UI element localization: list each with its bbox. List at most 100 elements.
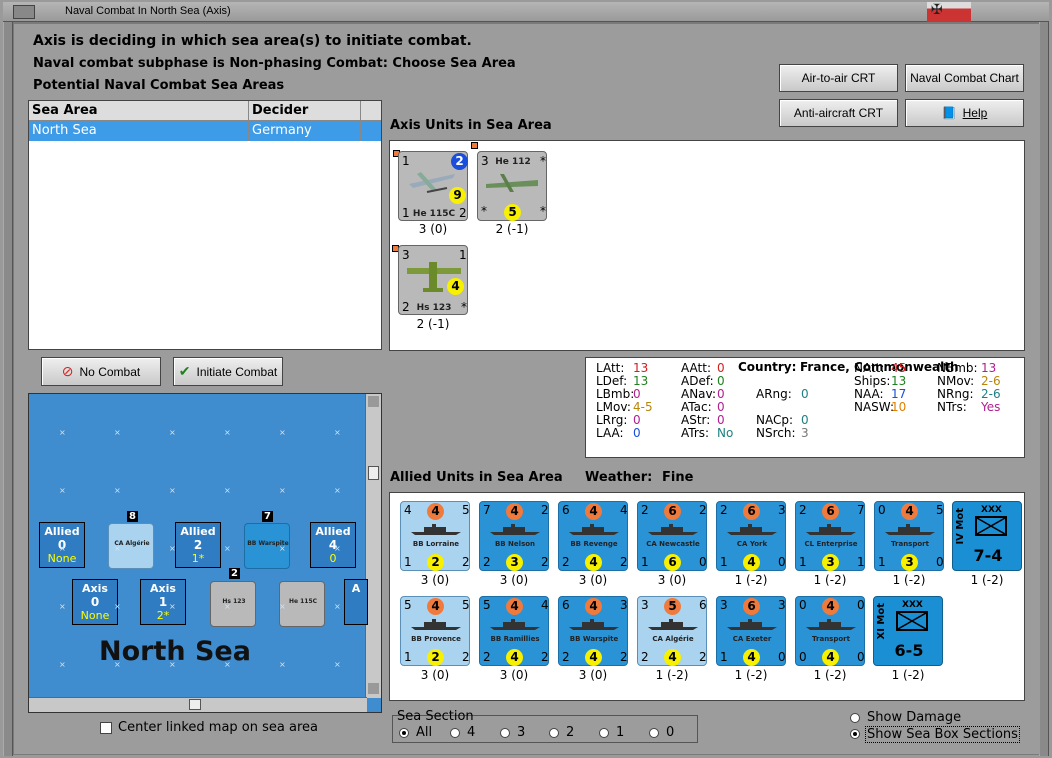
box-number: 0 <box>90 595 100 609</box>
box-label: Allied <box>44 525 80 538</box>
unit-tr: 5 <box>936 503 944 517</box>
unit-name: CA Algérie <box>652 635 694 643</box>
allied-unit-card[interactable]: 6 4 3 BB Warspite 2 4 2 <box>558 596 628 666</box>
axis-sea-box[interactable]: A <box>344 579 368 625</box>
unit-br: 2 <box>541 555 549 569</box>
axis-units-heading: Axis Units in Sea Area <box>390 118 552 133</box>
show-damage-radio[interactable] <box>850 713 860 723</box>
sea-area-table: Sea Area Decider North Sea Germany <box>28 100 382 350</box>
axis-unit-he112[interactable]: 3 He 112 * * 5 * <box>477 151 547 221</box>
allied-unit-card[interactable]: 2 6 3 CA York 1 4 0 <box>716 501 786 571</box>
naval-combat-chart-label: Naval Combat Chart <box>910 71 1019 85</box>
sea-section-radio-0[interactable] <box>399 728 409 738</box>
seaplane-icon <box>409 172 455 193</box>
axis-sea-box[interactable]: Axis 1 2* <box>140 579 186 625</box>
unit-bl: 2 <box>641 650 649 664</box>
map-unit-counter[interactable]: Hs 123 <box>210 581 256 627</box>
naval-combat-chart-button[interactable]: Naval Combat Chart <box>905 64 1024 92</box>
unit-bl: 1 <box>799 555 807 569</box>
allied-sea-box[interactable]: Allied 2 1* <box>175 522 221 568</box>
box-sub: None <box>47 552 77 565</box>
axis-unit-he115c[interactable]: 1 2 9 1 He 115C 2 <box>398 151 468 221</box>
wave-marker-icon: × <box>114 428 121 437</box>
map-horizontal-scrollbar[interactable] <box>29 697 367 712</box>
stat-value: 10 <box>891 400 907 414</box>
unit-bl: 1 <box>404 650 412 664</box>
sea-section-radio-1[interactable] <box>450 728 460 738</box>
stat-label: NTrs: <box>937 400 967 414</box>
warship-icon <box>411 619 461 630</box>
stat-value: 4-5 <box>633 400 653 414</box>
wave-marker-icon: × <box>279 602 286 611</box>
unit-bl: 2 <box>562 555 570 569</box>
unit-name: CA Newcastle <box>646 540 700 548</box>
initiate-combat-button[interactable]: ✔ Initiate Combat <box>173 357 283 386</box>
air-to-air-crt-button[interactable]: Air-to-air CRT <box>779 64 898 92</box>
allied-unit-card[interactable]: 3 5 6 CA Algérie 2 4 2 <box>637 596 707 666</box>
allied-unit-card[interactable]: 5 4 5 BB Provence 1 2 2 <box>400 596 470 666</box>
attack-circle: 4 <box>585 503 602 520</box>
sea-area-map[interactable]: North Sea Allied 0 None Allied 2 1* Allied 4 0 Ax… <box>28 393 382 713</box>
stat-label: NASW: <box>854 400 895 414</box>
scroll-down-arrow-icon[interactable] <box>368 683 379 694</box>
help-label: Help <box>962 106 988 120</box>
allied-unit-card[interactable]: 2 6 7 CL Enterprise 1 3 1 <box>795 501 865 571</box>
map-vertical-scrollbar[interactable] <box>365 394 381 698</box>
box-sub: 1* <box>191 552 205 565</box>
stat-label: ATrs: <box>681 426 710 440</box>
map-unit-counter[interactable]: He 115C <box>279 581 325 627</box>
german-flag-icon: ✠ <box>927 2 971 22</box>
table-row[interactable]: North Sea Germany <box>29 121 381 141</box>
axis-sea-box[interactable]: Axis 0 None <box>72 579 118 625</box>
scroll-up-arrow-icon[interactable] <box>368 396 379 407</box>
col-decider[interactable]: Decider <box>249 101 361 120</box>
sea-section-radio-5[interactable] <box>649 728 659 738</box>
anti-aircraft-crt-button[interactable]: Anti-aircraft CRT <box>779 99 898 127</box>
unit-br: 0 <box>778 650 786 664</box>
allied-unit-card[interactable]: 6 4 4 BB Revenge 2 4 2 <box>558 501 628 571</box>
sea-section-radio-4[interactable] <box>599 728 609 738</box>
army-unit-card[interactable]: XI Mot XXX 6-5 <box>873 596 943 666</box>
unit-value: 1 (-2) <box>891 668 925 682</box>
attack-circle: 4 <box>427 598 444 615</box>
allied-unit-card[interactable]: 3 6 3 CA Exeter 1 4 0 <box>716 596 786 666</box>
attack-circle: 4 <box>822 598 839 615</box>
wave-marker-icon: × <box>224 660 231 669</box>
allied-unit-card[interactable]: 5 4 4 BB Ramillies 2 4 2 <box>479 596 549 666</box>
fighter-plane-icon <box>486 174 538 192</box>
unit-value: 3 (0) <box>499 573 529 587</box>
axis-unit-hs123[interactable]: 3 1 4 2 Hs 123 * <box>398 245 468 315</box>
allied-unit-card[interactable]: 0 4 5 Transport 1 3 0 <box>874 501 944 571</box>
allied-unit-card[interactable]: 7 4 2 BB Nelson 2 3 2 <box>479 501 549 571</box>
anti-aircraft-crt-label: Anti-aircraft CRT <box>793 106 884 120</box>
army-unit-card[interactable]: IV Mot XXX 7-4 <box>952 501 1022 571</box>
left-border <box>3 22 13 756</box>
h-scroll-thumb[interactable] <box>189 699 201 710</box>
center-map-checkbox[interactable] <box>100 722 112 734</box>
allied-unit-card[interactable]: 0 4 0 Transport 0 4 0 <box>795 596 865 666</box>
unit-tl: 3 <box>641 598 649 612</box>
unit-br: 1 <box>857 555 865 569</box>
unit-tl: 6 <box>562 598 570 612</box>
sea-section-radio-2[interactable] <box>500 728 510 738</box>
wave-marker-icon: × <box>279 660 286 669</box>
stat-value: 0 <box>717 374 725 388</box>
attack-circle: 4 <box>506 503 523 520</box>
show-sections-radio[interactable] <box>850 729 860 739</box>
unit-tl: 4 <box>404 503 412 517</box>
system-menu-button[interactable] <box>13 5 35 19</box>
help-button[interactable]: 📘 Help <box>905 99 1024 127</box>
allied-sea-box[interactable]: Allied 4 0 <box>310 522 356 568</box>
scroll-thumb[interactable] <box>368 466 379 480</box>
stat-value: 0 <box>633 426 641 440</box>
sea-section-radio-3[interactable] <box>549 728 559 738</box>
stat-label: NACp: <box>756 413 794 427</box>
box-sub: None <box>80 609 110 622</box>
unit-value: 3 (0) <box>499 668 529 682</box>
no-combat-button[interactable]: ⊘ No Combat <box>41 357 161 386</box>
col-sea-area[interactable]: Sea Area <box>29 101 249 120</box>
allied-unit-card[interactable]: 2 6 2 CA Newcastle 1 6 0 <box>637 501 707 571</box>
allied-unit-card[interactable]: 4 4 5 BB Lorraine 1 2 2 <box>400 501 470 571</box>
allied-units-heading: Allied Units in Sea Area <box>390 470 563 485</box>
warship-icon <box>727 619 777 630</box>
